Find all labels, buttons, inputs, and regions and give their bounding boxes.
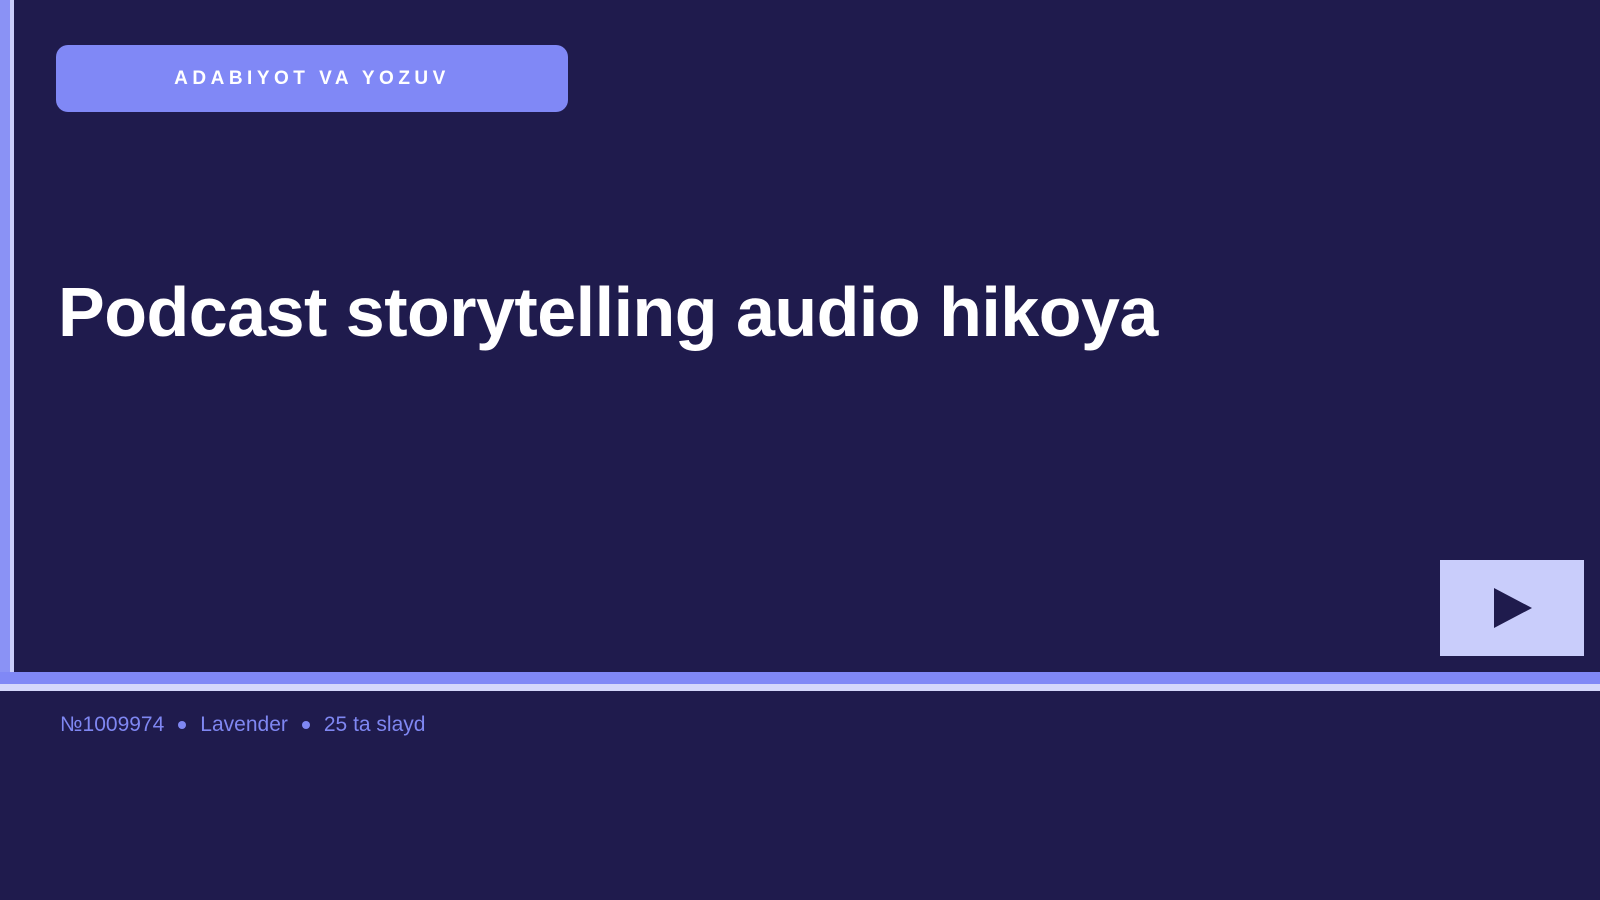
play-button[interactable] — [1440, 560, 1584, 656]
left-accent-rail-light — [10, 0, 14, 672]
bottom-accent-band-light — [0, 684, 1600, 691]
slide-meta: №1009974 Lavender 25 ta slayd — [60, 713, 425, 737]
separator-dot — [178, 721, 187, 729]
slide-preview: ADABIYOT VA YOZUV Podcast storytelling a… — [0, 0, 1600, 900]
theme-name: Lavender — [200, 713, 288, 736]
slides-count: 25 ta slayd — [323, 713, 426, 736]
category-badge: ADABIYOT VA YOZUV — [56, 45, 568, 112]
template-id: №1009974 — [60, 713, 165, 736]
play-icon — [1494, 588, 1532, 628]
bottom-accent-band — [0, 672, 1600, 684]
slide-title: Podcast storytelling audio hikoya — [58, 273, 1158, 351]
left-accent-rail — [0, 0, 10, 672]
separator-dot — [301, 721, 310, 729]
